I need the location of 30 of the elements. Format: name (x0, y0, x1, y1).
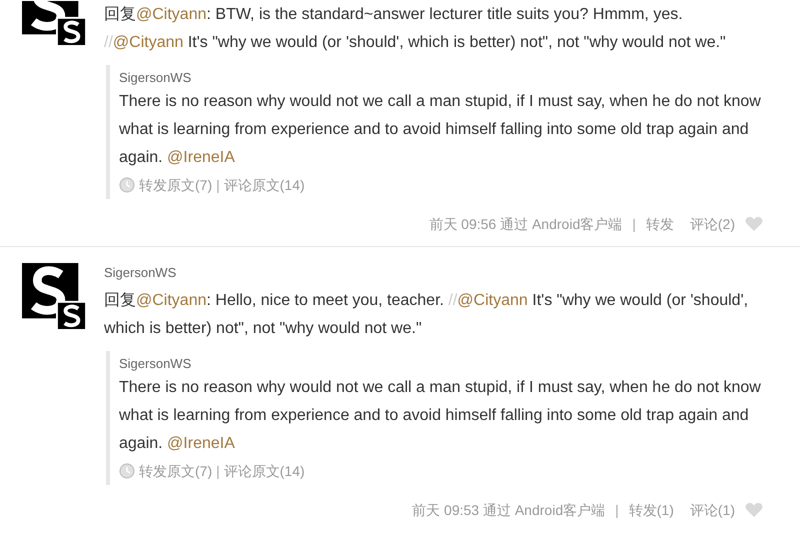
comment-original-link[interactable]: 评论原文(14) (224, 459, 305, 483)
action-divider: | (615, 501, 619, 520)
post-text: 回复@Cityann: Hello, nice to meet you, teacher. //@Cityann It's "why we would (or 'should', which is better) not", not "why would not we." (104, 291, 750, 339)
mention-link[interactable]: @Cityann (136, 292, 206, 309)
mention-link[interactable]: @Cityann (136, 6, 206, 23)
post-time: 前天 09:56 通过 Android客户端 (429, 215, 622, 234)
action-divider: | (632, 215, 636, 234)
mention-link[interactable]: @IreneIA (167, 435, 235, 452)
clock-icon (119, 177, 135, 193)
comment-link[interactable]: 评论(1) (690, 498, 735, 522)
clock-icon (119, 463, 135, 479)
quote-text: There is no reason why would not we call a man stupid, if I must say, when he do not know what is learning from experience and to avoid himself falling into some old trap again and again. @IreneIA (119, 92, 762, 168)
quote-author[interactable]: SigersonWS (119, 354, 765, 374)
mention-link[interactable]: @Cityann (112, 34, 184, 51)
link-divider: | (216, 462, 220, 481)
quote-author[interactable]: SigersonWS (119, 68, 765, 88)
post-text: 回复@Cityann: BTW, is the standard~answer lecturer title suits you? Hmmm, yes. //@Cityann It's "why we would (or 'should', which is better) not", not "why would not we." (104, 5, 727, 53)
comment-original-link[interactable]: 评论原文(14) (224, 173, 305, 197)
quote-text: There is no reason why would not we call a man stupid, if I must say, when he do not know what is learning from experience and to avoid himself falling into some old trap again and again. @IreneIA (119, 378, 762, 454)
mention-link[interactable]: @IreneIA (167, 149, 235, 166)
link-divider: | (216, 176, 220, 195)
repost-original-link[interactable]: 转发原文(7) (139, 459, 212, 483)
comment-link[interactable]: 评论(2) (690, 212, 735, 236)
repost-link[interactable]: 转发(1) (628, 498, 674, 522)
author-name[interactable]: SigersonWS (104, 263, 765, 283)
avatar-icon[interactable] (22, 263, 88, 331)
mention-link[interactable]: @Cityann (457, 292, 528, 309)
post-time: 前天 09:53 通过 Android客户端 (412, 501, 606, 520)
repost-original-link[interactable]: 转发原文(7) (139, 173, 212, 197)
repost-link[interactable]: 转发 (646, 212, 674, 236)
